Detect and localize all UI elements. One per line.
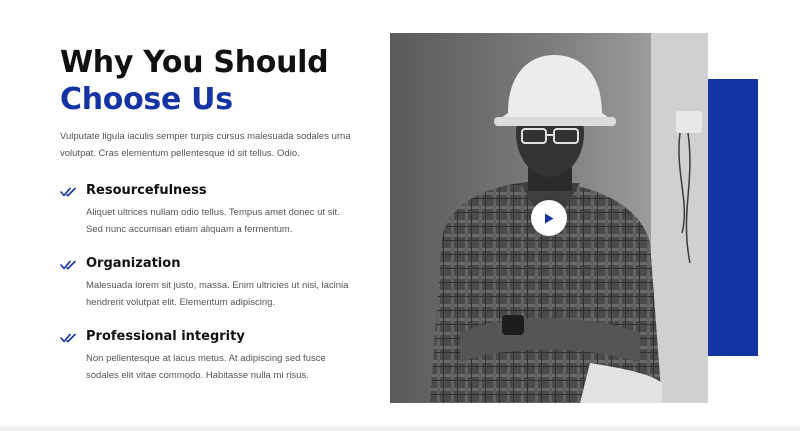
play-icon <box>545 213 554 223</box>
heading-line-2-highlight: Choose Us <box>60 82 233 117</box>
feature-title: Resourcefulness <box>86 183 207 198</box>
double-check-icon <box>60 260 76 270</box>
intro-paragraph: Vulputate ligula iaculis semper turpis c… <box>60 131 351 159</box>
feature-description: Malesuada lorem sit justo, massa. Enim u… <box>86 280 349 308</box>
accent-block <box>706 79 758 356</box>
double-check-icon <box>60 187 76 197</box>
play-button[interactable] <box>531 200 567 236</box>
feature-description: Aliquet ultrices nullam odio tellus. Tem… <box>86 207 340 235</box>
section-heading: Why You Should Choose Us <box>60 44 329 118</box>
feature-description: Non pellentesque at lacus metus. At adip… <box>86 353 326 381</box>
heading-line-1: Why You Should <box>60 45 329 80</box>
bottom-divider <box>0 426 800 431</box>
feature-title: Professional integrity <box>86 329 245 344</box>
feature-title: Organization <box>86 256 181 271</box>
double-check-icon <box>60 333 76 343</box>
